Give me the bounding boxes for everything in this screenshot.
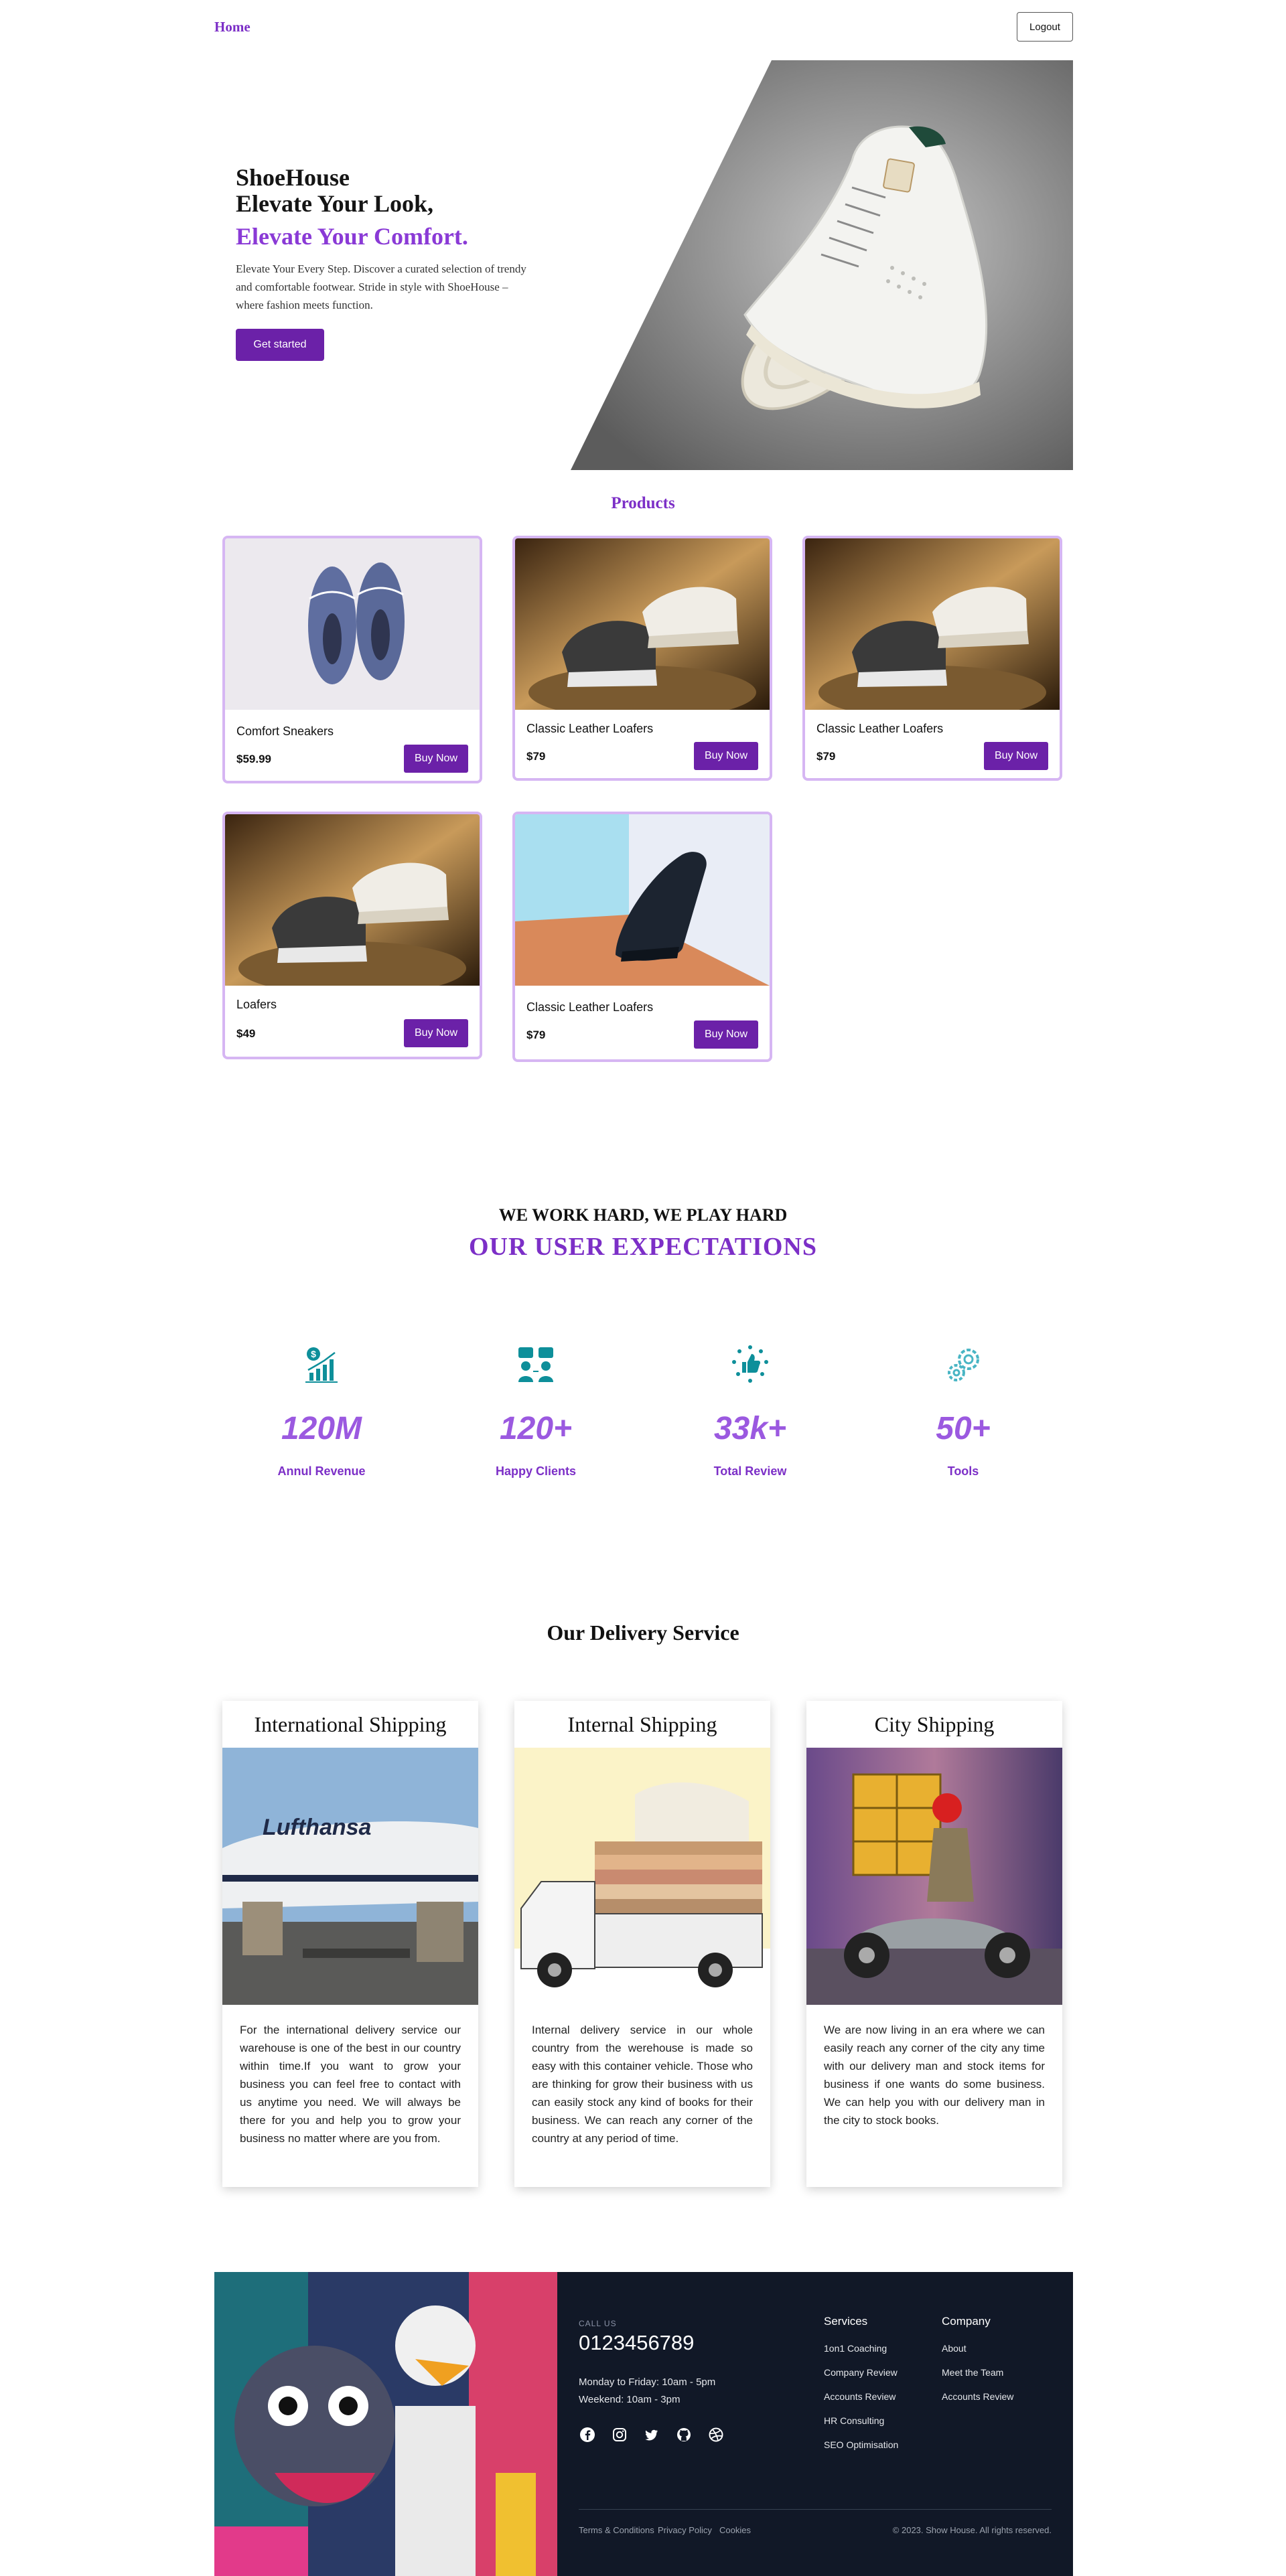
product-price: $79 [526, 750, 546, 763]
footer-link[interactable]: Accounts Review [942, 2391, 1013, 2415]
buy-now-button[interactable]: Buy Now [404, 745, 468, 773]
buy-now-button[interactable]: Buy Now [404, 1019, 468, 1047]
book-truck-image [514, 1748, 770, 2005]
product-price: $79 [816, 750, 836, 763]
svg-text:$: $ [311, 1349, 316, 1359]
thumbs-up-icon [732, 1345, 768, 1383]
nav-home-link[interactable]: Home [214, 19, 251, 35]
terms-link[interactable]: Terms & Conditions [579, 2525, 654, 2535]
svg-text:Lufthansa: Lufthansa [263, 1815, 371, 1840]
gears-icon [948, 1349, 979, 1381]
product-image [225, 538, 480, 710]
hero-text-block: ShoeHouse Elevate Your Look, Elevate You… [236, 165, 551, 361]
footer-link[interactable]: SEO Optimisation [824, 2439, 898, 2464]
facebook-icon[interactable] [579, 2426, 596, 2443]
stat-label: Total Review [713, 1464, 787, 1478]
product-price: $49 [236, 1027, 256, 1040]
footer-company-heading: Company [942, 2315, 991, 2328]
product-name: Comfort Sneakers [236, 725, 334, 738]
scooter-courier-image [806, 1748, 1062, 2005]
delivery-card-international: International Shipping Lufthansa For the… [222, 1701, 478, 2187]
product-card[interactable]: Classic Leather Loafers $79 Buy Now [802, 536, 1062, 781]
product-image [515, 538, 770, 710]
privacy-link[interactable]: Privacy Policy [658, 2525, 712, 2535]
product-name: Classic Leather Loafers [526, 722, 654, 735]
dribbble-icon[interactable] [707, 2426, 725, 2443]
delivery-card-text: For the international delivery service o… [240, 2024, 461, 2145]
footer-link[interactable]: Company Review [824, 2367, 898, 2391]
cookies-link[interactable]: Cookies [719, 2525, 751, 2535]
buy-now-button[interactable]: Buy Now [694, 1020, 758, 1049]
expectations-title: OUR USER EXPECTATIONS [468, 1233, 817, 1261]
product-name: Classic Leather Loafers [816, 722, 944, 735]
twitter-icon[interactable] [643, 2426, 660, 2443]
footer-divider [579, 2509, 1052, 2510]
product-image [515, 814, 770, 986]
stat-value: 50+ [936, 1411, 991, 1446]
hours-weekday: Monday to Friday: 10am - 5pm [579, 2376, 716, 2388]
delivery-card-title: Internal Shipping [567, 1712, 717, 1736]
instagram-icon[interactable] [611, 2426, 628, 2443]
delivery-section-title: Our Delivery Service [547, 1620, 739, 1645]
delivery-card-text: We are now living in an era where we can… [824, 2024, 1045, 2127]
product-card[interactable]: Comfort Sneakers $59.99 Buy Now [222, 536, 482, 783]
product-image [225, 814, 480, 986]
hero-headline-accent: Elevate Your Comfort. [236, 223, 468, 250]
copyright-text: © 2023. Show House. All rights reserved. [892, 2525, 1052, 2535]
stat-value: 33k+ [713, 1411, 787, 1446]
footer-link[interactable]: HR Consulting [824, 2415, 898, 2439]
github-icon[interactable] [675, 2426, 693, 2443]
product-card[interactable]: Loafers $49 Buy Now [222, 812, 482, 1059]
stat-value: 120M [281, 1411, 362, 1446]
footer-company-column: Company About Meet the Team Accounts Rev… [942, 2315, 1013, 2415]
delivery-card-title: City Shipping [874, 1712, 995, 1736]
footer-services-column: Services 1on1 Coaching Company Review Ac… [824, 2315, 898, 2464]
hours-weekend: Weekend: 10am - 3pm [579, 2394, 681, 2405]
top-navbar: Home Logout [214, 12, 1073, 43]
stat-label: Tools [947, 1464, 979, 1478]
phone-number[interactable]: 0123456789 [579, 2331, 694, 2355]
delivery-card-internal: Internal Shipping Internal delivery serv… [514, 1701, 770, 2187]
hero-description: Elevate Your Every Step. Discover a cura… [236, 262, 526, 311]
product-image [805, 538, 1060, 710]
product-price: $59.99 [236, 753, 271, 765]
hero-sneaker-image [571, 60, 1073, 470]
site-footer: CALL US 0123456789 Monday to Friday: 10a… [214, 2272, 1073, 2576]
hero-brand: ShoeHouse [236, 164, 350, 191]
delivery-card-title: International Shipping [254, 1712, 447, 1736]
revenue-chart-icon: $ [305, 1347, 338, 1383]
airplane-cargo-image: Lufthansa [222, 1748, 478, 2005]
delivery-card-city: City Shipping We are now living in an er… [806, 1701, 1062, 2187]
product-card[interactable]: Classic Leather Loafers $79 Buy Now [512, 536, 772, 781]
product-name: Classic Leather Loafers [526, 1000, 654, 1014]
stat-label: Happy Clients [495, 1464, 577, 1478]
call-us-label: CALL US [579, 2319, 617, 2328]
product-price: $79 [526, 1029, 546, 1041]
footer-graffiti-image [214, 2272, 557, 2576]
products-section-title: Products [611, 494, 675, 512]
footer-link[interactable]: 1on1 Coaching [824, 2343, 898, 2367]
footer-link[interactable]: Meet the Team [942, 2367, 1013, 2391]
product-card[interactable]: Classic Leather Loafers $79 Buy Now [512, 812, 772, 1062]
stat-reviews: 33k+ Total Review [670, 1345, 831, 1479]
stat-revenue: $ 120M Annul Revenue [241, 1345, 402, 1479]
delivery-card-text: Internal delivery service in our whole c… [532, 2024, 753, 2145]
buy-now-button[interactable]: Buy Now [984, 742, 1048, 770]
footer-services-heading: Services [824, 2315, 868, 2328]
footer-link[interactable]: Accounts Review [824, 2391, 898, 2415]
get-started-button[interactable]: Get started [236, 329, 324, 361]
hero-headline: Elevate Your Look, [236, 190, 434, 217]
stat-label: Annul Revenue [277, 1464, 366, 1478]
product-name: Loafers [236, 998, 277, 1011]
stat-tools: 50+ Tools [883, 1345, 1044, 1479]
clients-icon [518, 1347, 553, 1382]
stat-value: 120+ [499, 1411, 573, 1446]
buy-now-button[interactable]: Buy Now [694, 742, 758, 770]
logout-button[interactable]: Logout [1017, 12, 1073, 42]
expectations-kicker: WE WORK HARD, WE PLAY HARD [498, 1205, 788, 1225]
footer-link[interactable]: About [942, 2343, 1013, 2367]
stat-clients: 120+ Happy Clients [455, 1345, 616, 1479]
